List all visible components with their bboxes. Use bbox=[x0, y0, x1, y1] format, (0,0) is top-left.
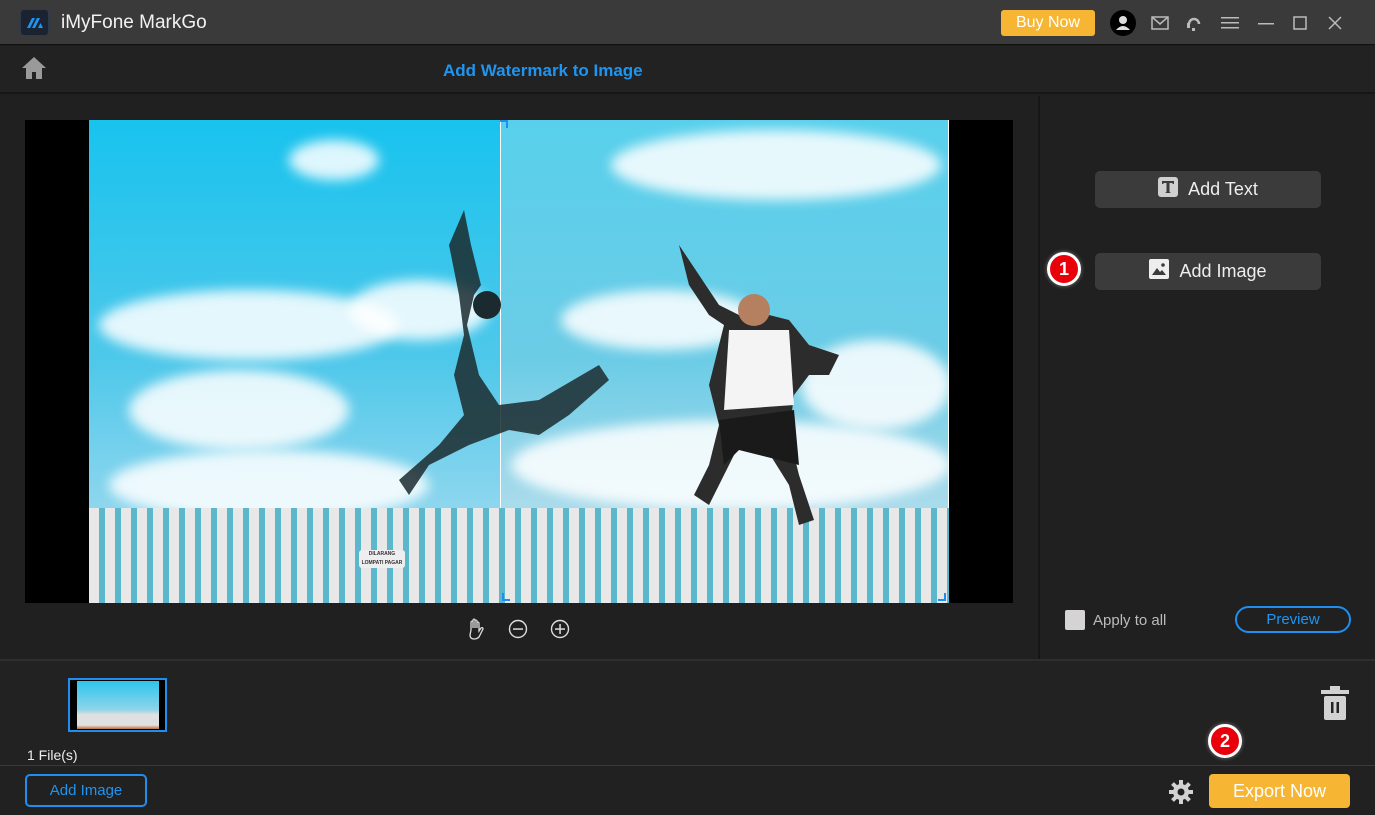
close-icon[interactable] bbox=[1322, 10, 1348, 36]
jumping-person bbox=[679, 245, 839, 525]
watermark-panel: Add Text 1 Add Image Apply to all Previe… bbox=[1038, 96, 1375, 659]
title-bar: iMyFone MarkGo Buy Now bbox=[0, 0, 1375, 45]
editor-area: DILARANGLOMPATI PAGAR × bbox=[0, 96, 1038, 659]
add-image-label: Add Image bbox=[1179, 261, 1267, 281]
app-title: iMyFone MarkGo bbox=[61, 12, 207, 33]
text-icon bbox=[1158, 177, 1179, 202]
preview-button[interactable]: Preview bbox=[1235, 606, 1351, 633]
resize-handle-bottom-left[interactable] bbox=[502, 593, 510, 601]
buy-now-button[interactable]: Buy Now bbox=[1001, 10, 1095, 36]
image-canvas[interactable]: DILARANGLOMPATI PAGAR × bbox=[25, 120, 1013, 603]
resize-handle-top-left[interactable] bbox=[500, 120, 508, 128]
maximize-icon[interactable] bbox=[1287, 10, 1313, 36]
resize-handle-bottom-right[interactable] bbox=[938, 593, 946, 601]
account-icon[interactable] bbox=[1110, 10, 1136, 36]
apply-to-all-label: Apply to all bbox=[1093, 611, 1167, 629]
bottom-bar: Add Image Export Now bbox=[0, 765, 1375, 815]
mail-icon[interactable] bbox=[1147, 10, 1173, 36]
file-count: 1 File(s) bbox=[27, 747, 78, 763]
zoom-out-icon[interactable] bbox=[507, 618, 529, 640]
apply-to-all-checkbox[interactable] bbox=[1065, 610, 1085, 630]
export-now-button[interactable]: Export Now bbox=[1209, 774, 1350, 808]
home-icon[interactable] bbox=[21, 56, 47, 85]
add-text-label: Add Text bbox=[1188, 179, 1258, 199]
support-icon[interactable] bbox=[1181, 10, 1207, 36]
image-icon bbox=[1149, 259, 1170, 284]
menu-icon[interactable] bbox=[1217, 10, 1243, 36]
zoom-in-icon[interactable] bbox=[549, 618, 571, 640]
step-1-badge: 1 bbox=[1047, 252, 1081, 286]
add-image-file-button[interactable]: Add Image bbox=[25, 774, 147, 807]
hand-icon[interactable] bbox=[465, 618, 487, 640]
minimize-icon[interactable] bbox=[1253, 10, 1279, 36]
gear-icon[interactable] bbox=[1168, 779, 1194, 810]
add-text-button[interactable]: Add Text bbox=[1095, 171, 1321, 208]
file-strip: 1 File(s) 2 bbox=[0, 659, 1375, 765]
apply-to-all-option[interactable]: Apply to all bbox=[1065, 610, 1166, 630]
preview-image[interactable]: DILARANGLOMPATI PAGAR × bbox=[89, 120, 949, 603]
jumping-person-shadow bbox=[399, 210, 609, 495]
sub-header: Add Watermark to Image bbox=[0, 46, 1375, 94]
zoom-toolbar bbox=[465, 618, 571, 640]
page-title: Add Watermark to Image bbox=[443, 61, 643, 80]
trash-icon[interactable] bbox=[1320, 685, 1350, 726]
step-2-badge: 2 bbox=[1208, 724, 1242, 758]
add-image-watermark-button[interactable]: Add Image bbox=[1095, 253, 1321, 290]
app-logo-icon bbox=[20, 9, 49, 36]
fence-sign: DILARANG LOMPATI PAGAR bbox=[359, 550, 405, 568]
file-thumbnail[interactable] bbox=[68, 678, 167, 732]
